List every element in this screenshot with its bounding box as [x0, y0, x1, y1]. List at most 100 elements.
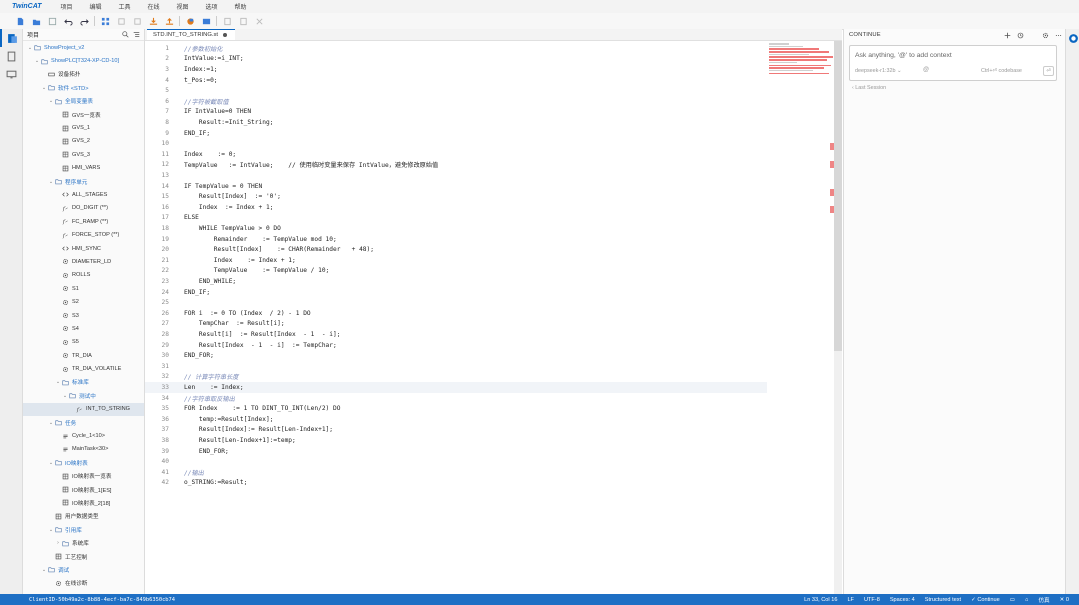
continue-status[interactable]: ✓ Continue: [971, 597, 1000, 603]
continue-logo-icon[interactable]: [1066, 29, 1079, 47]
code-line[interactable]: 4 t_Pos:=0;: [145, 75, 767, 86]
code-line[interactable]: 6 //字符被截取值: [145, 96, 767, 107]
tree-item[interactable]: f DO_DIGIT (**): [23, 202, 144, 215]
login-icon[interactable]: [198, 13, 214, 29]
code-line[interactable]: 27 TempChar := Result[i];: [145, 319, 767, 330]
code-line[interactable]: 31: [145, 361, 767, 372]
open-folder-icon[interactable]: [28, 13, 44, 29]
last-session-link[interactable]: ‹ Last Session: [852, 85, 886, 91]
gear-icon[interactable]: [1039, 29, 1052, 41]
code-line[interactable]: 13: [145, 170, 767, 181]
tree-item[interactable]: ⌄ 全局变量表: [23, 95, 144, 108]
tree-item[interactable]: S2: [23, 295, 144, 308]
grid-icon[interactable]: [97, 13, 113, 29]
tree-item[interactable]: GVS_2: [23, 135, 144, 148]
code-line[interactable]: 3 Index:=1;: [145, 64, 767, 75]
code-line[interactable]: 29 Result[Index - 1 - i] := TempChar;: [145, 340, 767, 351]
tree-item[interactable]: ROLLS: [23, 269, 144, 282]
tree-item[interactable]: S3: [23, 309, 144, 322]
stop-icon[interactable]: [235, 13, 251, 29]
tree-item[interactable]: ⌄ 测试中: [23, 389, 144, 402]
modified-dot-icon[interactable]: [222, 33, 227, 37]
tree-item[interactable]: S5: [23, 336, 144, 349]
code-line[interactable]: 41 //输出: [145, 467, 767, 478]
tree-item[interactable]: f INT_TO_STRING: [23, 402, 144, 416]
minimap[interactable]: [769, 43, 835, 83]
tree-item[interactable]: IO映射表一览表: [23, 470, 144, 483]
bell-icon[interactable]: ⌂: [1025, 597, 1028, 603]
code-line[interactable]: 34 //字符串取反输出: [145, 393, 767, 404]
tree-item[interactable]: ⌄ 软件 <STD>: [23, 81, 144, 94]
undo-icon[interactable]: [60, 13, 76, 29]
chat-input[interactable]: Ask anything, '@' to add context deepsee…: [849, 45, 1057, 81]
menu-project[interactable]: 项目: [52, 2, 81, 11]
code-line[interactable]: 15 Result[Index] := '0';: [145, 191, 767, 202]
download-icon[interactable]: [145, 13, 161, 29]
code-line[interactable]: 37 Result[Index]:= Result[Len-Index+1];: [145, 425, 767, 436]
code-line[interactable]: 2 IntValue:=i_INT;: [145, 54, 767, 65]
code-line[interactable]: 22 TempValue := TempValue / 10;: [145, 266, 767, 277]
tree-item[interactable]: 在线诊断: [23, 577, 144, 590]
save-icon[interactable]: [44, 13, 60, 29]
more-icon[interactable]: [1052, 29, 1065, 41]
line-ending[interactable]: LF: [847, 597, 854, 603]
tab-int-to-string[interactable]: STD.INT_TO_STRING.st: [147, 29, 235, 40]
tree-item[interactable]: ⌄ IO映射表: [23, 456, 144, 469]
cursor-position[interactable]: Ln 33, Col 16: [804, 597, 837, 603]
tree-item[interactable]: DIAMETER_LD: [23, 255, 144, 268]
tree-item[interactable]: MainTask<30>: [23, 443, 144, 456]
code-line[interactable]: 8 Result:=Init_String;: [145, 117, 767, 128]
code-line[interactable]: 14 IF TempValue = 0 THEN: [145, 181, 767, 192]
code-line[interactable]: 12 TempValue := IntValue; // 使用临时变量来保存 In…: [145, 160, 767, 171]
encoding[interactable]: UTF-8: [864, 597, 880, 603]
reset-icon[interactable]: [251, 13, 267, 29]
tree-item[interactable]: 用户数据类型: [23, 510, 144, 523]
tree-item[interactable]: ⌄ 标准库: [23, 376, 144, 389]
tree-item[interactable]: 设备拓扑: [23, 68, 144, 81]
compile-icon[interactable]: [182, 13, 198, 29]
tree-item[interactable]: ⌄ 任务: [23, 416, 144, 429]
menu-options[interactable]: 选项: [197, 2, 226, 11]
at-mention-icon[interactable]: @: [923, 67, 929, 73]
menu-edit[interactable]: 编辑: [81, 2, 110, 11]
code-line[interactable]: 18 WHILE TempValue > 0 DO: [145, 223, 767, 234]
tree-item[interactable]: S4: [23, 322, 144, 335]
redo-icon[interactable]: [76, 13, 92, 29]
plus-icon[interactable]: [1001, 29, 1014, 41]
search-icon[interactable]: [122, 31, 129, 38]
scroll-thumb[interactable]: [834, 41, 842, 351]
code-area[interactable]: 1 //参数初始化 2 IntValue:=i_INT; 3 Index:=1; 4 t_Po…: [145, 41, 842, 594]
tree-item[interactable]: IO映射表_1[ES]: [23, 483, 144, 496]
code-line[interactable]: 33 Len := Index;: [145, 382, 767, 393]
model-selector[interactable]: deepseek-r1:32b ⌄: [855, 68, 901, 74]
enter-icon[interactable]: ⏎: [1043, 66, 1054, 76]
tree-item[interactable]: ⌄ 程序单元: [23, 175, 144, 188]
tree-item[interactable]: S1: [23, 282, 144, 295]
code-line[interactable]: 21 Index := Index + 1;: [145, 255, 767, 266]
tree-item[interactable]: TR_DIA: [23, 349, 144, 362]
code-line[interactable]: 39 END_FOR;: [145, 446, 767, 457]
indentation[interactable]: Spaces: 4: [890, 597, 915, 603]
code-line[interactable]: 16 Index := Index + 1;: [145, 202, 767, 213]
tree-item[interactable]: GVS_3: [23, 148, 144, 161]
code-line[interactable]: 40: [145, 456, 767, 467]
tree-item[interactable]: ⌄ ShowProject_v2: [23, 41, 144, 54]
code-line[interactable]: 23 END_WHILE;: [145, 276, 767, 287]
code-line[interactable]: 17 ELSE: [145, 213, 767, 224]
tree-item[interactable]: › 系统库: [23, 536, 144, 549]
menu-view[interactable]: 视图: [168, 2, 197, 11]
code-line[interactable]: 7 IF IntValue=0 THEN: [145, 107, 767, 118]
code-line[interactable]: 5: [145, 85, 767, 96]
menu-help[interactable]: 帮助: [226, 2, 255, 11]
tree-item[interactable]: TR_DIA_VOLATILE: [23, 362, 144, 375]
tree-item[interactable]: IO映射表_2[18]: [23, 496, 144, 509]
code-line[interactable]: 20 Result[Index] := CHAR(Remainder + 48)…: [145, 244, 767, 255]
code-line[interactable]: 32 // 计算字符串长度: [145, 372, 767, 383]
tree-item[interactable]: GVS_1: [23, 121, 144, 134]
code-line[interactable]: 36 temp:=Result[Index];: [145, 414, 767, 425]
tree-item[interactable]: ⌄ ShowPLC[T324-XP-CD-10]: [23, 54, 144, 67]
tree-item[interactable]: GVS一览表: [23, 108, 144, 121]
code-line[interactable]: 24 END_IF;: [145, 287, 767, 298]
code-line[interactable]: 28 Result[i] := Result[Index - 1 - i];: [145, 329, 767, 340]
tree-item[interactable]: ALL_STAGES: [23, 188, 144, 201]
